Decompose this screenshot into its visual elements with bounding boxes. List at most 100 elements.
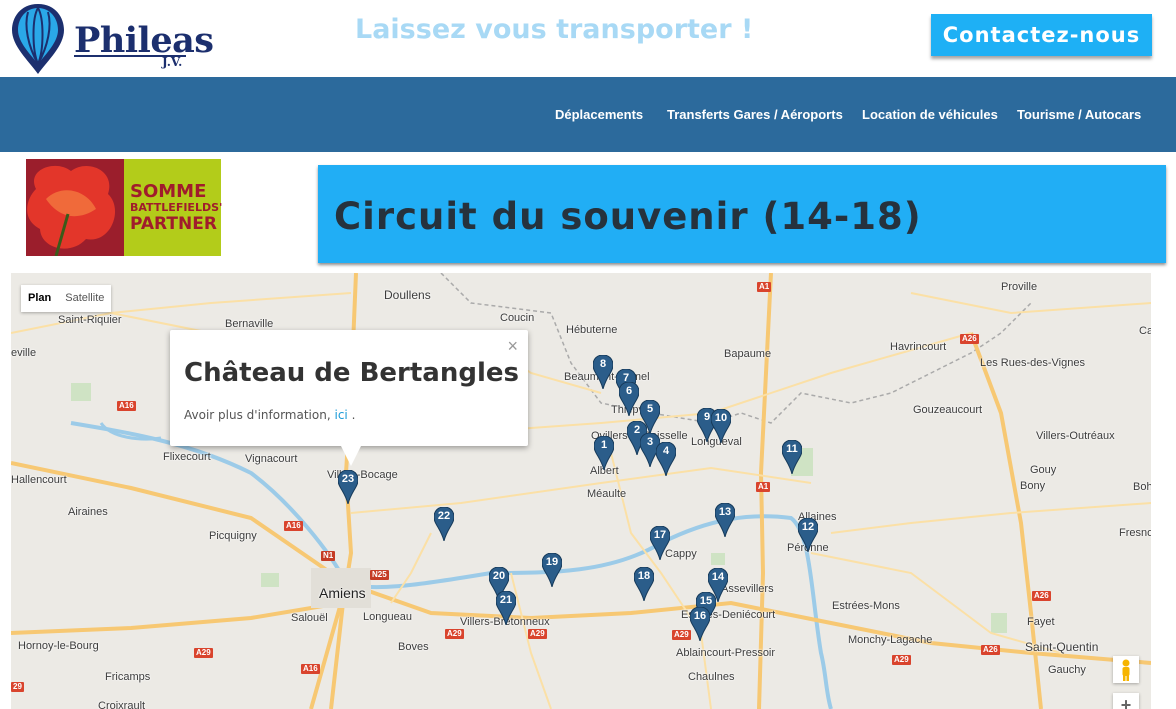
map-marker[interactable]: 23 (338, 470, 358, 504)
marker-number: 17 (653, 529, 667, 541)
place-label: Chaulnes (688, 671, 735, 683)
site-header: Phileas J.V. Laissez vous transporter ! … (0, 0, 1176, 77)
place-label: Fresno (1119, 527, 1151, 539)
info-window-link[interactable]: ici (334, 408, 347, 422)
place-label: Vignacourt (245, 453, 298, 465)
place-label: Villers-Outréaux (1036, 430, 1115, 442)
close-icon[interactable]: × (507, 336, 518, 357)
map-marker[interactable]: 10 (711, 409, 731, 443)
place-label: Estrées-Mons (832, 600, 900, 612)
place-label: Fayet (1027, 616, 1055, 628)
info-window-text-prefix: Avoir plus d'information, (184, 408, 331, 422)
road-shield: A29 (528, 629, 547, 639)
place-label: Bony (1020, 480, 1046, 492)
map-marker[interactable]: 11 (782, 440, 802, 474)
marker-number: 18 (637, 570, 651, 582)
place-label: Amiens (319, 585, 366, 601)
marker-number: 6 (625, 385, 633, 397)
place-label: Gouzeaucourt (913, 404, 983, 416)
road-shield: N25 (370, 570, 389, 580)
map-type-plan[interactable]: Plan (21, 285, 58, 312)
road-shield: A16 (284, 521, 303, 531)
marker-number: 15 (699, 595, 713, 607)
somme-battlefields-badge: SOMME BATTLEFIELDS' PARTNER (26, 159, 223, 257)
road-shield: A16 (301, 664, 320, 674)
map-marker[interactable]: 6 (619, 382, 639, 416)
map-marker[interactable]: 12 (798, 518, 818, 552)
place-label: Hornoy-le-Bourg (18, 640, 99, 652)
marker-number: 14 (711, 571, 725, 583)
road-shield: 29 (11, 682, 24, 692)
balloon-logo-icon[interactable] (10, 2, 66, 76)
page-title-banner: Circuit du souvenir (14-18) (318, 165, 1166, 263)
marker-number: 13 (718, 506, 732, 518)
zoom-in-button[interactable]: + (1113, 693, 1139, 709)
place-label: Flixecourt (163, 451, 211, 463)
road-shield: A1 (756, 482, 771, 492)
place-label: Croixrault (98, 700, 146, 709)
map-marker[interactable]: 13 (715, 503, 735, 537)
tagline: Laissez vous transporter ! (355, 14, 754, 45)
main-navigation: Déplacements Transferts Gares / Aéroport… (0, 77, 1176, 152)
place-label: Salouël (291, 612, 328, 624)
marker-number: 21 (499, 594, 513, 606)
map-marker[interactable]: 21 (496, 591, 516, 625)
road-shield: A26 (981, 645, 1000, 655)
info-window: × Château de Bertangles Avoir plus d'inf… (170, 330, 528, 466)
place-label: Boh (1133, 481, 1151, 493)
nav-item-tourisme[interactable]: Tourisme / Autocars (1017, 107, 1141, 122)
nav-item-location[interactable]: Location de véhicules (862, 107, 998, 122)
place-label: Havrincourt (890, 341, 947, 353)
marker-number: 4 (662, 445, 670, 457)
nav-item-deplacements[interactable]: Déplacements (555, 107, 643, 122)
place-label: Boves (398, 641, 429, 653)
marker-number: 16 (693, 610, 707, 622)
street-view-pegman-icon[interactable] (1113, 656, 1139, 683)
place-label: eville (11, 347, 37, 359)
marker-number: 5 (646, 403, 654, 415)
road-shield: A26 (960, 334, 979, 344)
map-marker[interactable]: 1 (594, 436, 614, 470)
marker-number: 23 (341, 473, 355, 485)
road-shield: A29 (672, 630, 691, 640)
place-label: Assevillers (721, 583, 774, 595)
place-label: Monchy-Lagache (848, 634, 933, 646)
nav-item-transferts[interactable]: Transferts Gares / Aéroports (667, 107, 843, 122)
place-label: Longueau (363, 611, 412, 623)
place-label: Gauchy (1048, 664, 1086, 676)
marker-number: 8 (599, 358, 607, 370)
place-label: Saint-Quentin (1025, 640, 1099, 654)
info-window-title: Château de Bertangles (184, 358, 519, 388)
map-marker[interactable]: 19 (542, 553, 562, 587)
place-label: Ca (1139, 325, 1151, 337)
map-type-satellite[interactable]: Satellite (58, 285, 111, 312)
place-label: Les Rues-des-Vignes (980, 357, 1085, 369)
place-label: Hébuterne (566, 324, 618, 336)
badge-line-somme: SOMME (130, 181, 207, 202)
road-shield: A29 (445, 629, 464, 639)
marker-number: 11 (786, 443, 798, 455)
place-label: Coucin (500, 312, 535, 324)
marker-number: 20 (492, 570, 506, 582)
map-marker[interactable]: 22 (434, 507, 454, 541)
marker-number: 19 (545, 556, 559, 568)
place-label: Bapaume (724, 348, 772, 360)
badge-line-battlefields: BATTLEFIELDS' (130, 201, 223, 214)
place-label: Picquigny (209, 530, 257, 542)
road-shield: N1 (321, 551, 336, 561)
map-marker[interactable]: 4 (656, 442, 676, 476)
info-window-tail (341, 446, 361, 466)
place-label: Airaines (68, 506, 108, 518)
place-label: Doullens (384, 288, 431, 302)
road-shield: A29 (892, 655, 911, 665)
info-window-text: Avoir plus d'information, ici . (184, 408, 355, 422)
map-marker[interactable]: 18 (634, 567, 654, 601)
map-marker[interactable]: 16 (690, 607, 710, 641)
marker-number: 1 (600, 439, 608, 451)
map-marker[interactable]: 17 (650, 526, 670, 560)
contact-button[interactable]: Contactez-nous (931, 14, 1152, 56)
page-title: Circuit du souvenir (14-18) (334, 195, 922, 238)
google-map[interactable]: Plan Satellite Doullens Saint-Riquier Be… (11, 273, 1151, 709)
map-marker[interactable]: 8 (593, 355, 613, 389)
marker-number: 10 (714, 412, 728, 424)
